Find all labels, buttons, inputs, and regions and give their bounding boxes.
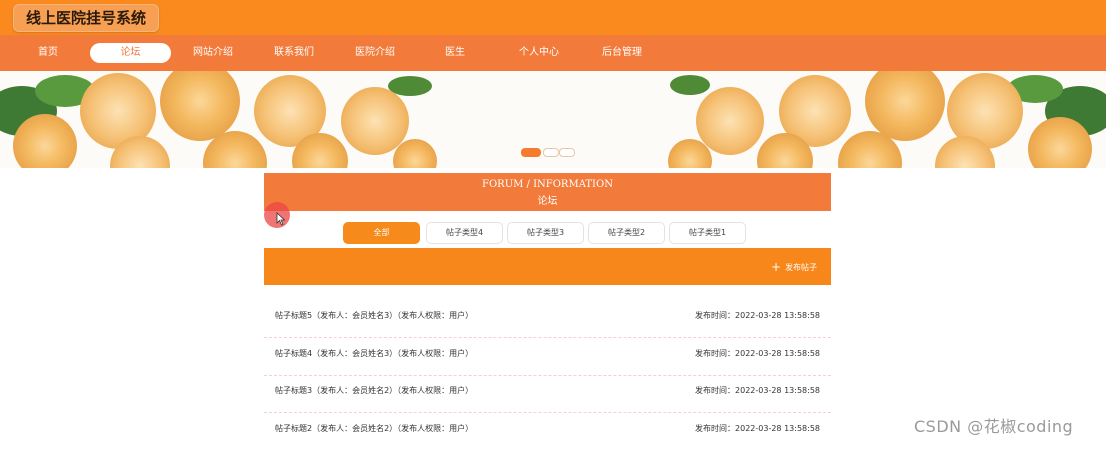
- post-time: 发布时间：2022-03-28 13:58:58: [695, 424, 820, 433]
- plus-icon: +: [770, 260, 781, 274]
- forum-section-header: FORUM / INFORMATION 论坛: [264, 173, 831, 211]
- list-item[interactable]: 帖子标题4（发布人：会员姓名3）（发布人权限：用户） 发布时间：2022-03-…: [264, 338, 831, 376]
- nav-item-admin[interactable]: 后台管理: [597, 43, 647, 63]
- nav-item-home[interactable]: 首页: [25, 43, 71, 63]
- tab-post-type-4[interactable]: 帖子类型4: [426, 222, 503, 244]
- forum-title-en: FORUM / INFORMATION: [482, 179, 613, 190]
- post-title[interactable]: 帖子标题4（发布人：会员姓名3）（发布人权限：用户）: [275, 348, 473, 359]
- post-time: 发布时间：2022-03-28 13:58:58: [695, 349, 820, 358]
- csdn-watermark: CSDN @花椒coding: [914, 417, 1074, 436]
- carousel-dot-1[interactable]: [521, 148, 541, 157]
- list-item[interactable]: 帖子标题3（发布人：会员姓名2）（发布人权限：用户） 发布时间：2022-03-…: [264, 375, 831, 413]
- post-time: 发布时间：2022-03-28 13:58:58: [695, 311, 820, 320]
- nav-item-site-intro[interactable]: 网站介绍: [188, 43, 238, 63]
- tab-post-type-3[interactable]: 帖子类型3: [507, 222, 584, 244]
- tab-post-type-2[interactable]: 帖子类型2: [588, 222, 665, 244]
- main-nav: 首页 论坛 网站介绍 联系我们 医院介绍 医生 个人中心 后台管理: [0, 35, 1106, 71]
- nav-item-forum[interactable]: 论坛: [90, 43, 171, 63]
- carousel-dot-2[interactable]: [543, 148, 559, 157]
- nav-item-personal-center[interactable]: 个人中心: [514, 43, 564, 63]
- site-title[interactable]: 线上医院挂号系统: [13, 4, 160, 32]
- publish-post-button[interactable]: + 发布帖子: [771, 261, 817, 273]
- tab-post-type-1[interactable]: 帖子类型1: [669, 222, 746, 244]
- nav-item-contact[interactable]: 联系我们: [269, 43, 319, 63]
- nav-item-doctor[interactable]: 医生: [437, 43, 473, 63]
- publish-post-label: 发布帖子: [785, 263, 817, 272]
- list-item[interactable]: 帖子标题5（发布人：会员姓名3）（发布人权限：用户） 发布时间：2022-03-…: [264, 300, 831, 338]
- post-title[interactable]: 帖子标题3（发布人：会员姓名2）（发布人权限：用户）: [275, 385, 473, 396]
- post-title[interactable]: 帖子标题5（发布人：会员姓名3）（发布人权限：用户）: [275, 310, 473, 321]
- carousel-indicators: [521, 148, 575, 157]
- nav-item-hospital-intro[interactable]: 医院介绍: [350, 43, 400, 63]
- carousel-dot-3[interactable]: [559, 148, 575, 157]
- post-title[interactable]: 帖子标题2（发布人：会员姓名2）（发布人权限：用户）: [275, 423, 473, 434]
- forum-action-bar: + 发布帖子: [264, 248, 831, 285]
- mouse-cursor-icon: [276, 212, 286, 226]
- forum-title-cn: 论坛: [537, 196, 558, 207]
- tab-all[interactable]: 全部: [343, 222, 420, 244]
- list-item[interactable]: 帖子标题2（发布人：会员姓名2）（发布人权限：用户） 发布时间：2022-03-…: [264, 413, 831, 450]
- top-bar: 线上医院挂号系统: [0, 0, 1106, 35]
- post-time: 发布时间：2022-03-28 13:58:58: [695, 386, 820, 395]
